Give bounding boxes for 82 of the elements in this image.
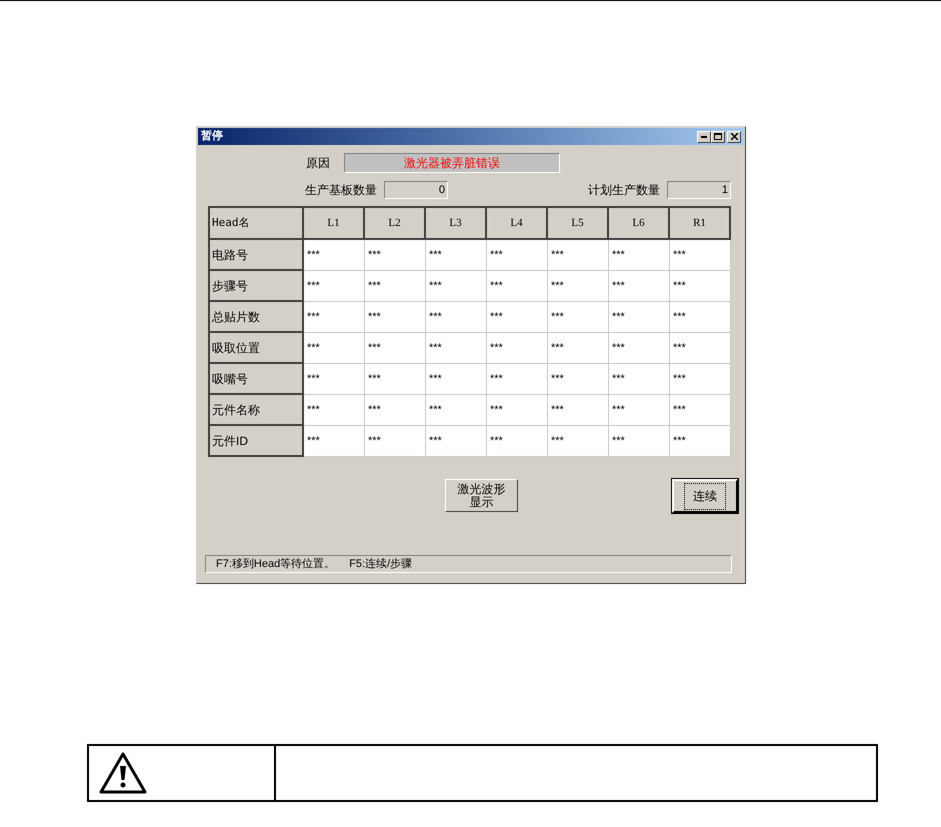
- table-cell: ***: [487, 364, 548, 395]
- status-text: F7:移到Head等待位置。: [216, 556, 336, 572]
- table-cell: ***: [670, 271, 731, 302]
- action-button[interactable]: 激光波形显示: [445, 479, 518, 512]
- table-cell: ***: [365, 364, 426, 395]
- close-icon: [730, 133, 738, 140]
- column-header: L6: [609, 208, 670, 240]
- reason-label: 原因: [306, 155, 330, 172]
- table-cell: ***: [426, 302, 487, 333]
- count-label: 计划生产数量: [588, 182, 660, 199]
- corner-header: Head名: [210, 208, 304, 240]
- column-header: L3: [426, 208, 487, 240]
- row-header: 元件ID: [210, 426, 304, 457]
- table-cell: ***: [426, 364, 487, 395]
- table-cell: ***: [609, 302, 670, 333]
- count-field: 1: [667, 181, 731, 199]
- table-cell: ***: [365, 302, 426, 333]
- row-header: 电路号: [210, 240, 304, 271]
- table-cell: ***: [487, 395, 548, 426]
- row-header: 吸取位置: [210, 333, 304, 364]
- table-cell: ***: [426, 240, 487, 271]
- table-cell: ***: [304, 302, 365, 333]
- window-title: 暂停: [201, 128, 223, 144]
- table-cell: ***: [670, 395, 731, 426]
- table-cell: ***: [609, 333, 670, 364]
- column-header: L1: [304, 208, 365, 240]
- table-cell: ***: [304, 395, 365, 426]
- warning-icon: [99, 752, 147, 794]
- table-cell: ***: [365, 395, 426, 426]
- column-header: R1: [670, 208, 731, 240]
- table-cell: ***: [609, 271, 670, 302]
- column-header: L2: [365, 208, 426, 240]
- table-cell: ***: [487, 302, 548, 333]
- table-cell: ***: [548, 240, 609, 271]
- maximize-button[interactable]: [711, 130, 725, 142]
- table-cell: ***: [426, 271, 487, 302]
- table-cell: ***: [670, 426, 731, 457]
- table-cell: ***: [548, 271, 609, 302]
- table-cell: ***: [548, 395, 609, 426]
- count-label: 生产基板数量: [305, 182, 377, 199]
- table-cell: ***: [304, 271, 365, 302]
- column-header: L4: [487, 208, 548, 240]
- row-header: 总贴片数: [210, 302, 304, 333]
- table-cell: ***: [670, 240, 731, 271]
- maximize-icon: [714, 133, 722, 140]
- table-cell: ***: [487, 426, 548, 457]
- action-button[interactable]: 连续: [672, 479, 738, 513]
- table-cell: ***: [487, 271, 548, 302]
- row-header: 吸嘴号: [210, 364, 304, 395]
- table-cell: ***: [548, 364, 609, 395]
- table-cell: ***: [609, 395, 670, 426]
- table-cell: ***: [548, 426, 609, 457]
- table-cell: ***: [304, 333, 365, 364]
- table-cell: ***: [365, 271, 426, 302]
- table-cell: ***: [487, 333, 548, 364]
- table-cell: ***: [365, 426, 426, 457]
- table-cell: ***: [670, 364, 731, 395]
- table-cell: ***: [426, 426, 487, 457]
- column-header: L5: [548, 208, 609, 240]
- close-button[interactable]: [727, 130, 741, 142]
- table-cell: ***: [609, 426, 670, 457]
- minimize-icon: [701, 136, 707, 138]
- table-cell: ***: [609, 240, 670, 271]
- table-cell: ***: [548, 333, 609, 364]
- table-cell: ***: [304, 240, 365, 271]
- table-cell: ***: [670, 333, 731, 364]
- table-cell: ***: [426, 395, 487, 426]
- row-header: 元件名称: [210, 395, 304, 426]
- table-cell: ***: [548, 302, 609, 333]
- status-text: F5:连续/步骤: [349, 556, 412, 572]
- reason-field: 激光器被弄脏错误: [344, 153, 560, 173]
- table-cell: ***: [670, 302, 731, 333]
- table-cell: ***: [487, 240, 548, 271]
- minimize-button[interactable]: [697, 130, 711, 142]
- table-cell: ***: [304, 426, 365, 457]
- table-cell: ***: [609, 364, 670, 395]
- table-cell: ***: [365, 333, 426, 364]
- table-cell: ***: [426, 333, 487, 364]
- table-cell: ***: [365, 240, 426, 271]
- table-cell: ***: [304, 364, 365, 395]
- count-field: 0: [384, 181, 448, 199]
- row-header: 步骤号: [210, 271, 304, 302]
